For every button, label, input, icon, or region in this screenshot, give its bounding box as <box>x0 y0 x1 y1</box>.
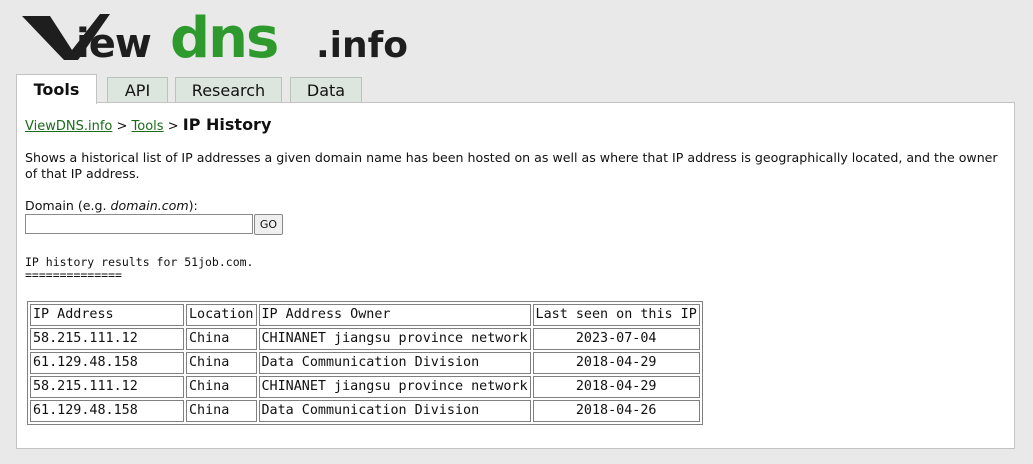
table-row: 61.129.48.158 China Data Communication D… <box>30 400 700 422</box>
table-row: 58.215.111.12 China CHINANET jiangsu pro… <box>30 376 700 398</box>
location-cell: China <box>186 376 257 398</box>
ip-address-cell: 58.215.111.12 <box>30 376 184 398</box>
logo-info-text: .info <box>316 25 408 66</box>
ip-address-cell: 58.215.111.12 <box>30 328 184 350</box>
ip-address-cell: 61.129.48.158 <box>30 400 184 422</box>
domain-label-suffix: ): <box>188 198 198 213</box>
breadcrumb-home-link[interactable]: ViewDNS.info <box>25 119 112 134</box>
owner-cell: Data Communication Division <box>258 352 531 374</box>
results-heading-underline: ============== <box>25 268 122 282</box>
breadcrumb: ViewDNS.info > Tools > IP History <box>25 115 271 134</box>
column-header: IP Address <box>30 304 184 326</box>
last-seen-cell: 2023-07-04 <box>532 328 700 350</box>
tab-api[interactable]: API <box>107 77 168 103</box>
main-content: ViewDNS.info > Tools > IP History Shows … <box>16 102 1015 449</box>
site-logo[interactable]: iew dns .info <box>20 10 440 68</box>
tool-description: Shows a historical list of IP addresses … <box>25 150 998 181</box>
owner-cell: CHINANET jiangsu province network <box>258 376 531 398</box>
tab-research[interactable]: Research <box>175 77 282 103</box>
logo-view-text: iew <box>76 21 151 67</box>
column-header: Location <box>186 304 257 326</box>
go-button[interactable]: GO <box>254 214 283 235</box>
domain-label: Domain (e.g. domain.com): <box>25 198 198 213</box>
logo-dns-text: dns <box>170 10 277 68</box>
location-cell: China <box>186 328 257 350</box>
owner-cell: CHINANET jiangsu province network <box>258 328 531 350</box>
location-cell: China <box>186 400 257 422</box>
breadcrumb-separator: > <box>116 119 128 134</box>
last-seen-cell: 2018-04-29 <box>532 352 700 374</box>
ip-address-cell: 61.129.48.158 <box>30 352 184 374</box>
owner-cell: Data Communication Division <box>258 400 531 422</box>
tab-tools[interactable]: Tools <box>16 74 97 104</box>
last-seen-cell: 2018-04-26 <box>532 400 700 422</box>
table-header-row: IP Address Location IP Address Owner Las… <box>30 304 700 326</box>
ip-history-table: IP Address Location IP Address Owner Las… <box>27 301 703 425</box>
domain-label-example: domain.com <box>110 198 189 213</box>
domain-label-prefix: Domain (e.g. <box>25 198 111 213</box>
column-header: IP Address Owner <box>258 304 531 326</box>
tab-data[interactable]: Data <box>290 77 362 103</box>
page-title: IP History <box>182 115 272 134</box>
domain-input[interactable] <box>25 214 253 234</box>
location-cell: China <box>186 352 257 374</box>
table-row: 61.129.48.158 China Data Communication D… <box>30 352 700 374</box>
table-row: 58.215.111.12 China CHINANET jiangsu pro… <box>30 328 700 350</box>
results-heading-text: IP history results for 51job.com. <box>25 255 254 269</box>
results-heading: IP history results for 51job.com. ======… <box>25 256 253 282</box>
last-seen-cell: 2018-04-29 <box>532 376 700 398</box>
column-header: Last seen on this IP <box>532 304 700 326</box>
breadcrumb-tools-link[interactable]: Tools <box>132 119 164 134</box>
breadcrumb-separator: > <box>167 119 179 134</box>
